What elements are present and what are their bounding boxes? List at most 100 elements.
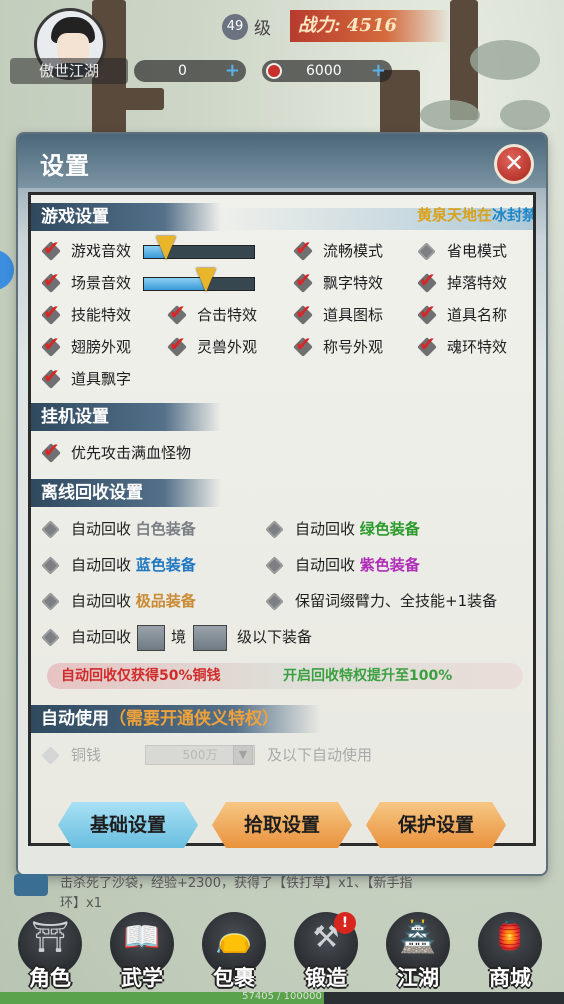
checkbox-pet[interactable]: ✔ 灵兽外观 [167,332,287,359]
nav-martial[interactable]: 📖 武学 [98,912,186,992]
currency-bar-gold: 0 + [134,60,246,82]
option-label: 场景音效 [71,274,132,292]
experience-text: 57405 / 100000 [242,991,322,1002]
option-label: 自动回收 绿色装备 [295,520,420,538]
option-label: 省电模式 [447,242,508,260]
nav-label: 角色 [29,966,71,990]
scenery-rock [500,100,550,130]
game-sound-slider[interactable] [143,236,255,260]
checkbox-drop-fx[interactable]: ✔ 掉落特效 [417,268,533,295]
tab-pickup-settings[interactable]: 拾取设置 [212,802,352,848]
tab-basic-settings[interactable]: 基础设置 [58,802,198,848]
checkbox-float-text[interactable]: ✔ 飘字特效 [293,268,413,295]
currency-value: 0 [178,63,187,79]
level-selector[interactable] [193,625,227,651]
option-label: 魂环特效 [447,338,508,356]
nav-label: 武学 [121,966,163,990]
option-label: 翅膀外观 [71,338,132,356]
recycle-green[interactable]: 自动回收 绿色装备 [265,517,475,541]
nav-role[interactable]: ⛩ 角色 [6,912,94,992]
settings-dialog: 设置 ✕ 游戏设置 黄泉天地在冰封禁地 ✔ 游戏音效 ✔ 流畅模式 省电模式 ✔… [18,134,546,874]
checkbox-checked-icon: ✔ [417,300,437,325]
auto-use-suffix: 及以下自动使用 [267,746,373,764]
checkbox-power-save[interactable]: 省电模式 [417,239,533,263]
option-label: 掉落特效 [447,274,508,292]
scene-sound-slider[interactable] [143,268,255,292]
chevron-down-icon[interactable]: ▼ [233,745,253,765]
recycle-white[interactable]: 自动回收 白色装备 [41,517,251,541]
option-label: 自动回收 紫色装备 [295,556,420,574]
tab-protect-settings[interactable]: 保护设置 [366,802,506,848]
add-currency-button[interactable]: + [225,60,240,82]
checkbox-checked-icon: ✔ [167,300,187,325]
slider-knob[interactable] [195,268,216,292]
nav-label: 包裹 [213,966,255,990]
option-label: 流畅模式 [323,242,384,260]
nav-jianghu[interactable]: 🏯 江湖 [374,912,462,992]
checkbox-item-name[interactable]: ✔ 道具名称 [417,300,533,327]
auto-use-copper[interactable]: 铜钱 500万 ▼ 及以下自动使用 [41,743,421,767]
checkbox-unchecked-icon [265,592,284,611]
option-label: 铜钱 [71,746,102,764]
chat-icon[interactable] [14,874,48,896]
checkbox-checked-icon: ✔ [417,268,437,293]
top-hud: 傲世江湖 49 级 战力: 4516 0 + 6000 + [0,0,564,95]
slider-knob[interactable] [156,236,177,260]
checkbox-item-float[interactable]: ✔ 道具飘字 [41,364,161,391]
nav-bag[interactable]: 👝 包裹 [190,912,278,992]
checkbox-wing[interactable]: ✔ 翅膀外观 [41,332,161,359]
realm-label: 境 [171,628,187,646]
quality-blue-label: 蓝色装备 [135,556,196,574]
chat-line: 击杀死了沙袋，经验+2300，获得了【铁打草】x1、【新手指 [60,876,413,891]
checkbox-checked-icon: ✔ [41,300,61,325]
checkbox-checked-icon: ✔ [41,438,61,463]
option-label: 道具飘字 [71,370,132,388]
checkbox-soul-ring[interactable]: ✔ 魂环特效 [417,332,533,359]
realm-selector[interactable] [137,625,165,651]
checkbox-checked-icon: ✔ [417,332,437,357]
nav-label: 锻造 [305,966,347,990]
level-badge: 49 [222,14,248,40]
nav-label: 商城 [489,966,531,990]
experience-bar: 57405 / 100000 [0,991,564,1004]
player-name: 傲世江湖 [10,58,128,84]
tab-label: 保护设置 [397,814,474,836]
checkbox-unchecked-icon [265,556,284,575]
recycle-gold[interactable]: 自动回收 极品装备 [41,589,251,613]
settings-panel: 游戏设置 黄泉天地在冰封禁地 ✔ 游戏音效 ✔ 流畅模式 省电模式 ✔ 场景音效 [28,192,536,846]
recycle-purple[interactable]: 自动回收 紫色装备 [265,553,475,577]
recycle-blue[interactable]: 自动回收 蓝色装备 [41,553,251,577]
checkbox-priority-full-hp[interactable]: ✔ 优先攻击满血怪物 [41,438,241,465]
nav-shop[interactable]: 🏮 商城 [466,912,554,992]
checkbox-smooth-mode[interactable]: ✔ 流畅模式 [293,236,413,263]
dialog-title: 设置 [40,152,90,180]
checkbox-unchecked-icon [417,242,436,261]
section-header-game: 游戏设置 [31,203,221,231]
option-label: 称号外观 [323,338,384,356]
nav-forge[interactable]: ⚒ ! 锻造 [282,912,370,992]
checkbox-combo-fx[interactable]: ✔ 合击特效 [167,300,287,327]
recycle-keep-affix[interactable]: 保留词缀臂力、全技能+1装备 [265,589,533,613]
option-label: 灵兽外观 [197,338,258,356]
notice-part-b: 冰封禁地 [492,206,536,224]
auto-use-note: （需要开通侠义特权） [109,709,279,729]
option-label: 道具名称 [447,306,508,324]
checkbox-disabled-icon [41,746,60,765]
option-label: 自动回收 极品装备 [71,592,196,610]
checkbox-checked-icon: ✔ [41,364,61,389]
checkbox-title-look[interactable]: ✔ 称号外观 [293,332,413,359]
section-header-idle: 挂机设置 [31,403,221,431]
currency-bar-coin: 6000 + [262,60,392,82]
checkbox-skill-fx[interactable]: ✔ 技能特效 [41,300,161,327]
dialog-title-band [18,134,546,188]
checkbox-item-icon[interactable]: ✔ 道具图标 [293,300,413,327]
option-label: 自动回收 [71,628,132,646]
checkbox-unchecked-icon [265,520,284,539]
section-header-auto-use: 自动使用（需要开通侠义特权） [31,705,321,733]
quality-gold-label: 极品装备 [135,592,196,610]
recycle-by-tier[interactable]: 自动回收 境 级以下装备 [41,625,341,651]
option-label: 游戏音效 [71,242,132,260]
close-button[interactable]: ✕ [494,144,534,184]
scrolling-notice: 黄泉天地在冰封禁地 [417,204,536,225]
add-coin-button[interactable]: + [371,60,386,82]
